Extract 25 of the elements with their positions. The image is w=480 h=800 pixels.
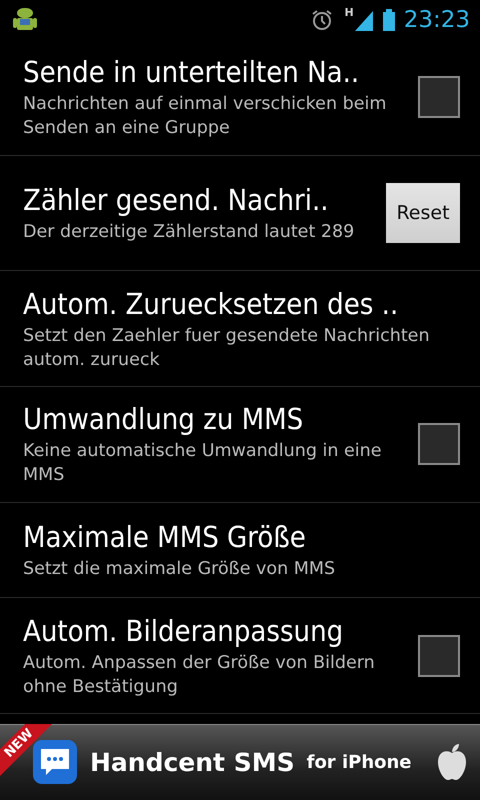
clock-time: 23:23 bbox=[404, 7, 470, 33]
chat-bubble-icon bbox=[32, 739, 78, 785]
setting-title: Autom. Zuruecksetzen des .. bbox=[23, 286, 400, 322]
reset-button[interactable]: Reset bbox=[386, 182, 460, 243]
checkbox[interactable] bbox=[418, 423, 460, 466]
setting-summary: Setzt den Zaehler fuer gesendete Nachrichten autom. zurueck bbox=[23, 324, 431, 372]
checkbox[interactable] bbox=[418, 634, 460, 677]
ad-title: Handcent SMS bbox=[90, 748, 295, 776]
apple-icon bbox=[436, 743, 468, 781]
network-type: H bbox=[344, 6, 354, 19]
setting-summary: Der derzeitige Zählerstand lautet 289 bbox=[23, 220, 356, 244]
ad-subtitle: for iPhone bbox=[306, 752, 412, 772]
checkbox[interactable] bbox=[418, 76, 460, 118]
setting-summary: Setzt die maximale Größe von MMS bbox=[23, 558, 336, 581]
setting-title: Umwandlung zu MMS bbox=[23, 401, 304, 438]
setting-summary: Keine automatische Umwandlung in eine MMS bbox=[23, 440, 383, 488]
setting-title: Sende in unterteilten Na.. bbox=[23, 54, 360, 90]
setting-title: Autom. Bilderanpassung bbox=[23, 612, 344, 649]
battery-icon bbox=[382, 8, 396, 32]
ad-banner-background[interactable] bbox=[0, 724, 480, 800]
setting-title: Zähler gesend. Nachri.. bbox=[23, 182, 330, 218]
setting-title: Maximale MMS Größe bbox=[23, 518, 307, 555]
setting-summary: Nachrichten auf einmal verschicken beim Senden an eine Gruppe bbox=[23, 93, 388, 140]
setting-summary: Autom. Anpassen der Größe von Bildern ohne Bestätigung bbox=[23, 652, 376, 699]
alarm-clock-icon bbox=[310, 8, 334, 32]
